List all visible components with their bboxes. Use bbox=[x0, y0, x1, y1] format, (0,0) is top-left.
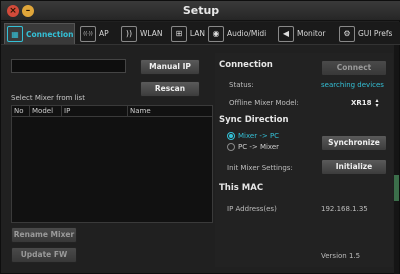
this-mac-heading: This MAC bbox=[219, 183, 264, 193]
offline-model-select[interactable]: XR18 ▴ ▾ bbox=[351, 96, 379, 109]
connection-heading: Connection bbox=[219, 60, 273, 70]
init-mixer-label: Init Mixer Settings: bbox=[227, 164, 293, 172]
monitor-speaker-icon: ◀ bbox=[278, 25, 294, 42]
tab-label: LAN bbox=[189, 29, 205, 38]
connection-settings-panel: Connection Connect Status: searching dev… bbox=[215, 53, 393, 267]
manual-ip-input[interactable] bbox=[11, 59, 126, 73]
connect-button[interactable]: Connect bbox=[321, 60, 387, 76]
tab-lan[interactable]: ⊞ LAN bbox=[169, 23, 205, 44]
tab-ap[interactable]: ((·)) AP bbox=[78, 23, 116, 44]
sync-mixer-to-pc-radio[interactable]: Mixer -> PC bbox=[227, 132, 279, 140]
setup-window: × – Setup ▦ Connection ((·)) AP )) WLAN … bbox=[0, 0, 400, 274]
ap-icon: ((·)) bbox=[80, 25, 96, 42]
gui-prefs-icon: ⚙ bbox=[339, 25, 355, 42]
ip-address-value: 192.168.1.35 bbox=[321, 205, 368, 213]
rescan-button[interactable]: Rescan bbox=[140, 81, 200, 97]
tab-label: GUI Prefs bbox=[358, 29, 393, 38]
mixer-list-panel: Manual IP Rescan Select Mixer from list … bbox=[8, 53, 213, 265]
radio-label: Mixer -> PC bbox=[238, 132, 280, 140]
offline-model-value: XR18 bbox=[351, 98, 372, 107]
audio-midi-icon: ◉ bbox=[208, 25, 224, 42]
select-mixer-label: Select Mixer from list bbox=[11, 94, 85, 102]
tab-label: WLAN bbox=[140, 29, 163, 38]
radio-unselected-icon bbox=[227, 143, 235, 151]
tab-label: AP bbox=[99, 29, 109, 38]
scrollbar[interactable] bbox=[394, 45, 399, 274]
stepper-icon: ▴ ▾ bbox=[375, 96, 379, 109]
manual-ip-button[interactable]: Manual IP bbox=[140, 59, 200, 75]
status-value: searching devices bbox=[321, 81, 384, 89]
column-no: No bbox=[12, 106, 30, 116]
initialize-button[interactable]: Initialize bbox=[321, 159, 387, 175]
sync-pc-to-mixer-radio[interactable]: PC -> Mixer bbox=[227, 143, 279, 151]
mixer-table-header: No Model IP Name bbox=[12, 106, 212, 117]
tab-monitor[interactable]: ◀ Monitor bbox=[276, 23, 334, 44]
column-ip: IP bbox=[62, 106, 128, 116]
ip-address-label: IP Address(es) bbox=[227, 205, 277, 213]
tab-gui-prefs[interactable]: ⚙ GUI Prefs bbox=[337, 23, 399, 44]
scrollbar-thumb[interactable] bbox=[394, 175, 399, 201]
tab-wlan[interactable]: )) WLAN bbox=[119, 23, 167, 44]
status-label: Status: bbox=[229, 81, 254, 89]
radio-label: PC -> Mixer bbox=[238, 143, 280, 151]
column-model: Model bbox=[30, 106, 62, 116]
window-title: Setup bbox=[182, 4, 220, 17]
tab-label: Audio/Midi bbox=[227, 29, 267, 38]
mixer-table[interactable]: No Model IP Name bbox=[11, 105, 213, 223]
tab-audio-midi[interactable]: ◉ Audio/Midi bbox=[206, 23, 274, 44]
version-label: Version 1.5 bbox=[321, 252, 361, 260]
title-bar: × – Setup bbox=[1, 1, 400, 21]
update-fw-button[interactable]: Update FW bbox=[11, 247, 77, 263]
lan-icon: ⊞ bbox=[171, 25, 187, 42]
rename-mixer-button[interactable]: Rename Mixer bbox=[11, 227, 77, 243]
connection-icon: ▦ bbox=[7, 26, 23, 42]
tab-connection[interactable]: ▦ Connection bbox=[4, 23, 75, 44]
synchronize-button[interactable]: Synchronize bbox=[321, 135, 387, 151]
tab-label: Connection bbox=[26, 29, 74, 39]
offline-model-label: Offline Mixer Model: bbox=[229, 99, 299, 107]
wifi-icon: )) bbox=[121, 25, 137, 42]
column-name: Name bbox=[130, 107, 151, 115]
radio-selected-icon bbox=[227, 132, 235, 140]
tab-label: Monitor bbox=[297, 29, 326, 38]
sync-direction-heading: Sync Direction bbox=[219, 115, 289, 125]
tab-bar: ▦ Connection ((·)) AP )) WLAN ⊞ LAN ◉ Au… bbox=[1, 22, 400, 45]
